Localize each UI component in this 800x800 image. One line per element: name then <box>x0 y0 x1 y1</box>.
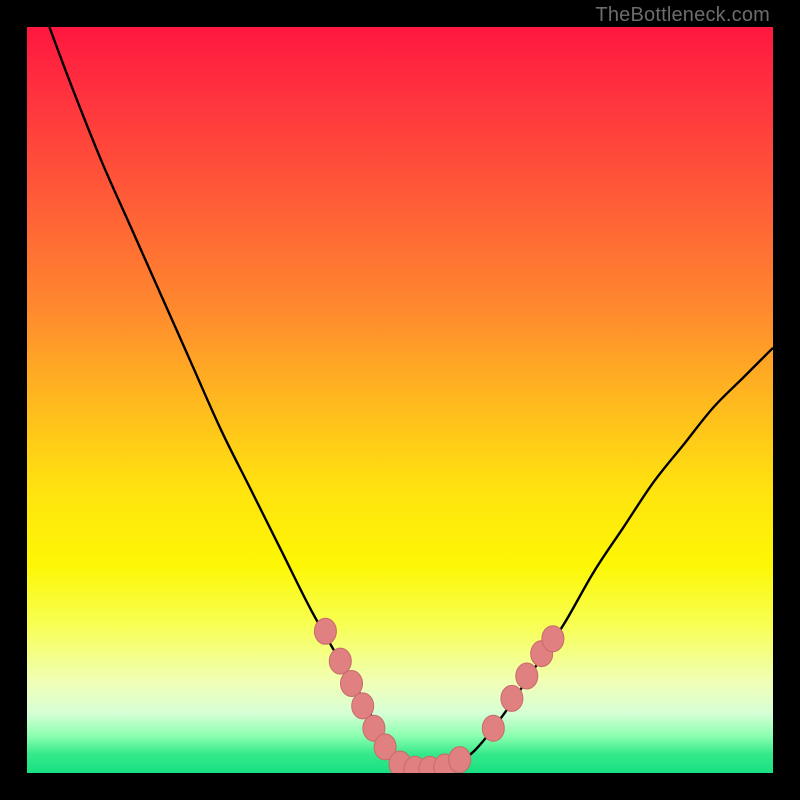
chart-marker <box>449 747 471 773</box>
watermark-text: TheBottleneck.com <box>595 4 770 27</box>
chart-frame: TheBottleneck.com <box>0 0 800 800</box>
chart-marker <box>501 685 523 711</box>
chart-marker <box>314 618 336 644</box>
chart-marker <box>516 663 538 689</box>
chart-marker <box>352 693 374 719</box>
bottleneck-curve <box>49 27 773 773</box>
chart-marker <box>329 648 351 674</box>
chart-marker <box>542 626 564 652</box>
chart-plot-area <box>27 27 773 773</box>
chart-overlay <box>27 27 773 773</box>
chart-marker <box>341 671 363 697</box>
chart-markers <box>314 618 564 773</box>
chart-marker <box>482 715 504 741</box>
